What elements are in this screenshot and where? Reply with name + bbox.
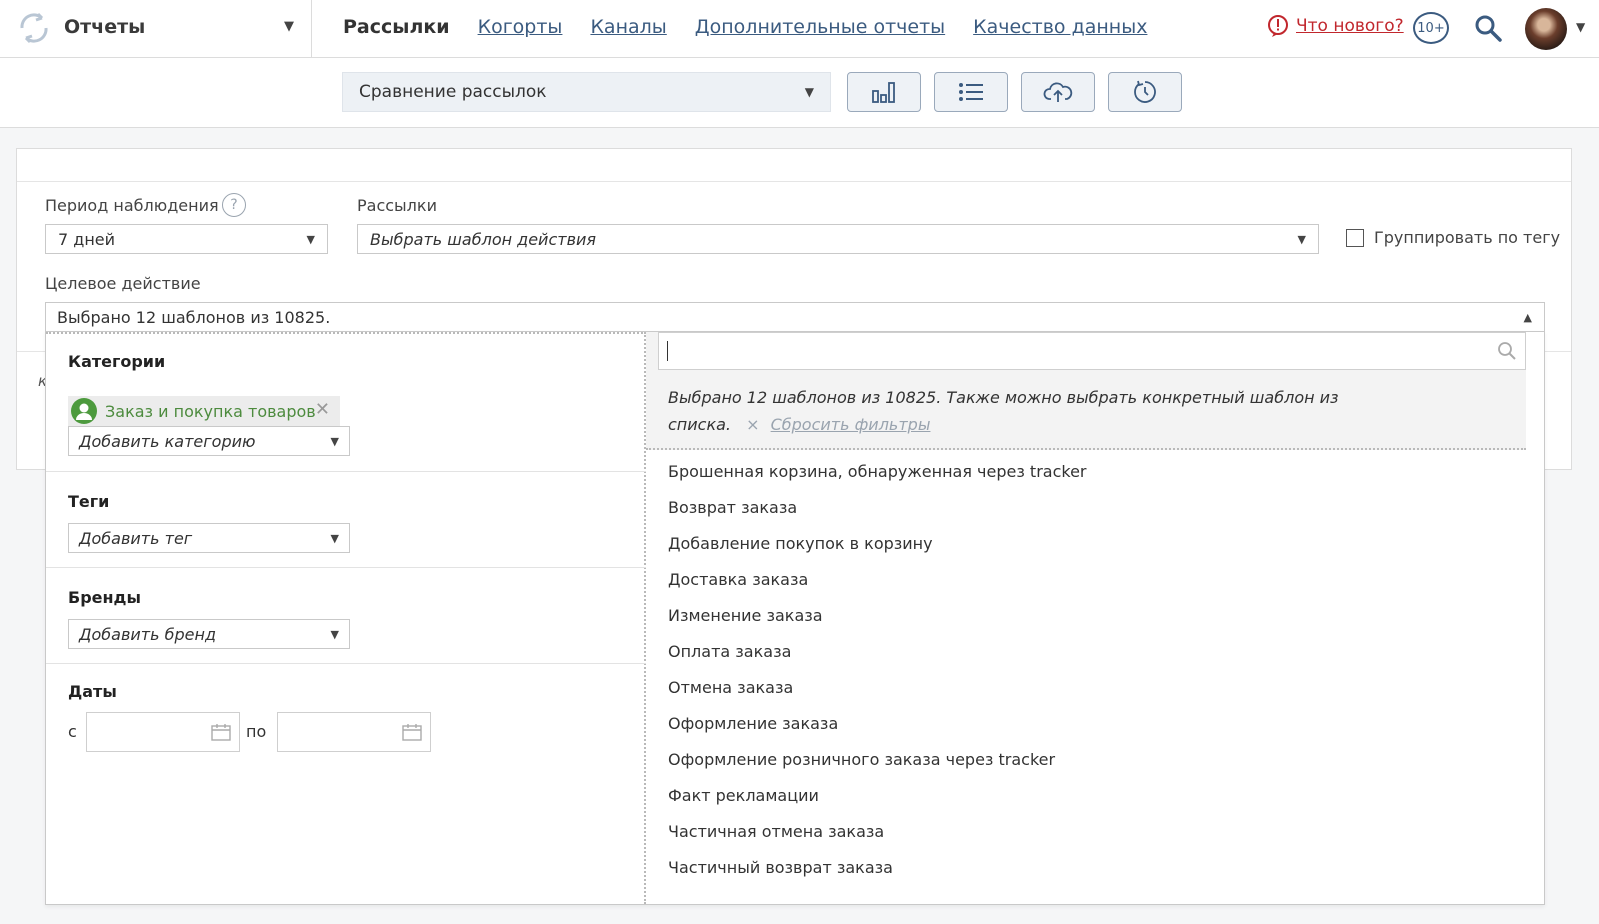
list-item[interactable]: Частичный возврат заказа <box>668 850 1087 886</box>
template-column: Выбрано 12 шаблонов из 10825. Также можн… <box>646 332 1544 904</box>
date-from-input[interactable] <box>86 712 240 752</box>
list-item[interactable]: Брошенная корзина, обнаруженная через tr… <box>668 454 1087 490</box>
mailings-select[interactable]: Выбрать шаблон действия ▼ <box>357 224 1319 254</box>
add-category-label: Добавить категорию <box>79 431 256 451</box>
chevron-up-icon: ▲ <box>1523 311 1532 324</box>
list-item[interactable]: Возврат заказа <box>668 490 1087 526</box>
chart-button[interactable] <box>847 72 921 112</box>
app-switcher[interactable]: Отчеты ▼ <box>0 0 312 58</box>
nav-mailings[interactable]: Рассылки <box>343 16 450 38</box>
avatar[interactable] <box>1525 8 1567 50</box>
brands-section: Бренды Добавить бренд ▼ <box>46 568 646 664</box>
group-by-tag-checkbox[interactable] <box>1346 229 1364 247</box>
history-button[interactable] <box>1108 72 1182 112</box>
reset-filters-link[interactable]: Сбросить фильтры <box>771 415 931 434</box>
report-type-value: Сравнение рассылок <box>359 82 547 102</box>
report-toolbar: Сравнение рассылок ▼ <box>0 58 1599 128</box>
nav-additional-reports[interactable]: Дополнительные отчеты <box>695 16 945 38</box>
date-from-label: с <box>68 722 77 741</box>
list-item[interactable]: Факт рекламации <box>668 778 1087 814</box>
help-icon[interactable]: ? <box>222 193 246 217</box>
add-category-select[interactable]: Добавить категорию ▼ <box>68 426 350 456</box>
nav-channels[interactable]: Каналы <box>590 16 666 38</box>
whats-new-link[interactable]: Что нового? <box>1296 16 1404 36</box>
chevron-down-icon: ▼ <box>330 531 339 545</box>
whats-new[interactable]: Что нового? <box>1266 14 1404 38</box>
tags-title: Теги <box>68 492 110 511</box>
list-item[interactable]: Частичная отмена заказа <box>668 814 1087 850</box>
report-type-select[interactable]: Сравнение рассылок ▼ <box>342 72 831 112</box>
template-search-input[interactable] <box>658 332 1526 370</box>
tags-section: Теги Добавить тег ▼ <box>46 472 646 568</box>
chevron-down-icon[interactable]: ▼ <box>284 19 294 34</box>
template-search-area: Выбрано 12 шаблонов из 10825. Также можн… <box>646 332 1526 450</box>
list-icon <box>959 83 983 101</box>
alert-icon <box>1268 15 1288 37</box>
categories-title: Категории <box>68 352 166 371</box>
date-to-label: по <box>246 722 267 741</box>
category-chip-label: Заказ и покупка товаров <box>105 401 316 421</box>
selection-hint: Выбрано 12 шаблонов из 10825. Также можн… <box>668 384 1368 438</box>
list-item[interactable]: Доставка заказа <box>668 562 1087 598</box>
brands-title: Бренды <box>68 588 141 607</box>
period-value: 7 дней <box>58 229 116 249</box>
history-icon <box>1134 80 1156 103</box>
reset-icon[interactable]: × <box>746 415 759 434</box>
calendar-icon[interactable] <box>211 723 231 741</box>
mailings-label: Рассылки <box>357 196 437 215</box>
group-by-tag-label: Группировать по тегу <box>1374 228 1561 247</box>
target-action-value: Выбрано 12 шаблонов из 10825. <box>57 307 331 327</box>
add-tag-select[interactable]: Добавить тег ▼ <box>68 523 350 553</box>
chart-icon <box>872 82 895 103</box>
target-action-label: Целевое действие <box>45 274 201 293</box>
user-icon <box>71 398 97 424</box>
search-icon[interactable] <box>1474 14 1502 42</box>
divider <box>17 181 1571 182</box>
search-icon[interactable] <box>1497 341 1517 361</box>
logo-icon <box>20 12 48 44</box>
list-item[interactable]: Оплата заказа <box>668 634 1087 670</box>
main-nav: Рассылки Когорты Каналы Дополнительные о… <box>343 16 1147 38</box>
list-item[interactable]: Оформление заказа <box>668 706 1087 742</box>
chevron-down-icon: ▼ <box>330 434 339 448</box>
top-navigation-bar: Отчеты ▼ Рассылки Когорты Каналы Дополни… <box>0 0 1599 58</box>
cloud-upload-icon <box>1043 82 1073 102</box>
calendar-icon[interactable] <box>402 723 422 741</box>
category-chip: Заказ и покупка товаров ✕ <box>68 396 340 426</box>
chevron-down-icon: ▼ <box>330 627 339 641</box>
selection-hint-text: Выбрано 12 шаблонов из 10825. Также можн… <box>668 388 1339 434</box>
add-brand-label: Добавить бренд <box>79 624 217 644</box>
chevron-down-icon: ▼ <box>804 85 814 99</box>
mailings-placeholder: Выбрать шаблон действия <box>370 229 597 249</box>
nav-data-quality[interactable]: Качество данных <box>973 16 1147 38</box>
chevron-down-icon: ▼ <box>306 232 315 246</box>
categories-section: Категории Заказ и покупка товаров ✕ Доба… <box>46 332 646 472</box>
close-icon[interactable]: ✕ <box>315 399 330 420</box>
period-label: Период наблюдения <box>45 196 219 215</box>
target-action-dropdown: Категории Заказ и покупка товаров ✕ Доба… <box>45 331 1545 905</box>
chevron-down-icon: ▼ <box>1297 232 1306 246</box>
target-action-select[interactable]: Выбрано 12 шаблонов из 10825. ▲ <box>45 302 1545 332</box>
filter-column: Категории Заказ и покупка товаров ✕ Доба… <box>46 332 646 904</box>
list-item[interactable]: Добавление покупок в корзину <box>668 526 1087 562</box>
notifications-badge[interactable]: 10+ <box>1413 12 1449 44</box>
period-select[interactable]: 7 дней ▼ <box>45 224 328 254</box>
nav-cohorts[interactable]: Когорты <box>478 16 563 38</box>
add-brand-select[interactable]: Добавить бренд ▼ <box>68 619 350 649</box>
text-cursor <box>667 341 668 361</box>
list-item[interactable]: Оформление розничного заказа через track… <box>668 742 1087 778</box>
list-button[interactable] <box>934 72 1008 112</box>
add-tag-label: Добавить тег <box>79 528 193 548</box>
app-title: Отчеты <box>64 16 146 38</box>
list-item[interactable]: Отмена заказа <box>668 670 1087 706</box>
date-to-input[interactable] <box>277 712 431 752</box>
list-item[interactable]: Изменение заказа <box>668 598 1087 634</box>
template-options-list: Брошенная корзина, обнаруженная через tr… <box>668 454 1087 886</box>
chevron-down-icon[interactable]: ▼ <box>1576 20 1585 34</box>
dates-title: Даты <box>68 682 117 701</box>
upload-button[interactable] <box>1021 72 1095 112</box>
